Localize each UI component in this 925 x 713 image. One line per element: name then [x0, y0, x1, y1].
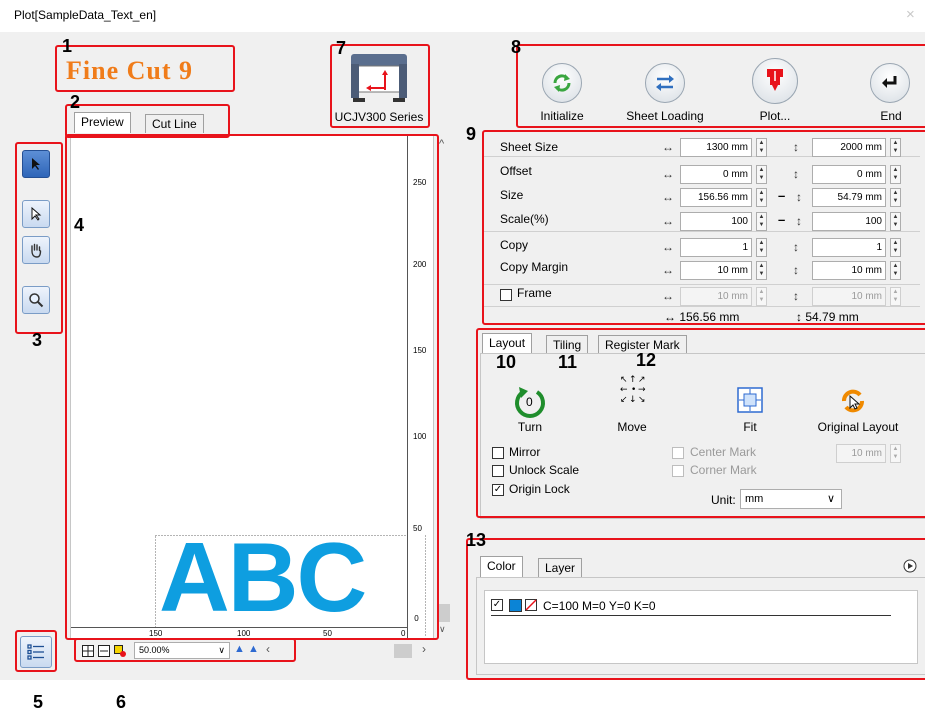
scroll-down-icon[interactable]: ∨	[439, 624, 446, 635]
h-scroll-thumb[interactable]	[394, 644, 412, 658]
callout-box-color	[466, 538, 925, 680]
callout-box-tools	[15, 142, 63, 334]
scroll-up-icon[interactable]: ^	[439, 138, 444, 150]
callout-8: 8	[511, 37, 522, 57]
callout-12: 12	[636, 350, 657, 370]
title-bar: Plot[SampleData_Text_en] ×	[0, 0, 925, 32]
callout-10: 10	[496, 352, 517, 372]
callout-6: 6	[116, 692, 127, 712]
callout-13: 13	[466, 530, 487, 550]
callout-box-canvas-toolbar	[74, 638, 296, 662]
callout-box-actions	[516, 44, 925, 128]
callout-box-canvas	[65, 134, 439, 640]
callout-box-logo	[55, 45, 235, 92]
callout-box-layout	[476, 328, 925, 518]
callout-box-layer-button	[15, 630, 57, 672]
callout-7: 7	[336, 38, 347, 58]
callout-box-parameters	[482, 130, 925, 325]
callout-3: 3	[32, 330, 43, 350]
scroll-right-icon[interactable]: ›	[422, 642, 426, 656]
callout-1: 1	[62, 36, 73, 56]
callout-box-preview-tabs	[65, 104, 230, 138]
callout-2: 2	[70, 92, 81, 112]
close-icon[interactable]: ×	[906, 6, 915, 23]
scroll-thumb[interactable]	[438, 604, 450, 622]
callout-4: 4	[74, 215, 85, 235]
callout-5: 5	[33, 692, 44, 712]
callout-11: 11	[558, 352, 578, 372]
callout-9: 9	[466, 124, 477, 144]
window-title: Plot[SampleData_Text_en]	[14, 8, 157, 22]
